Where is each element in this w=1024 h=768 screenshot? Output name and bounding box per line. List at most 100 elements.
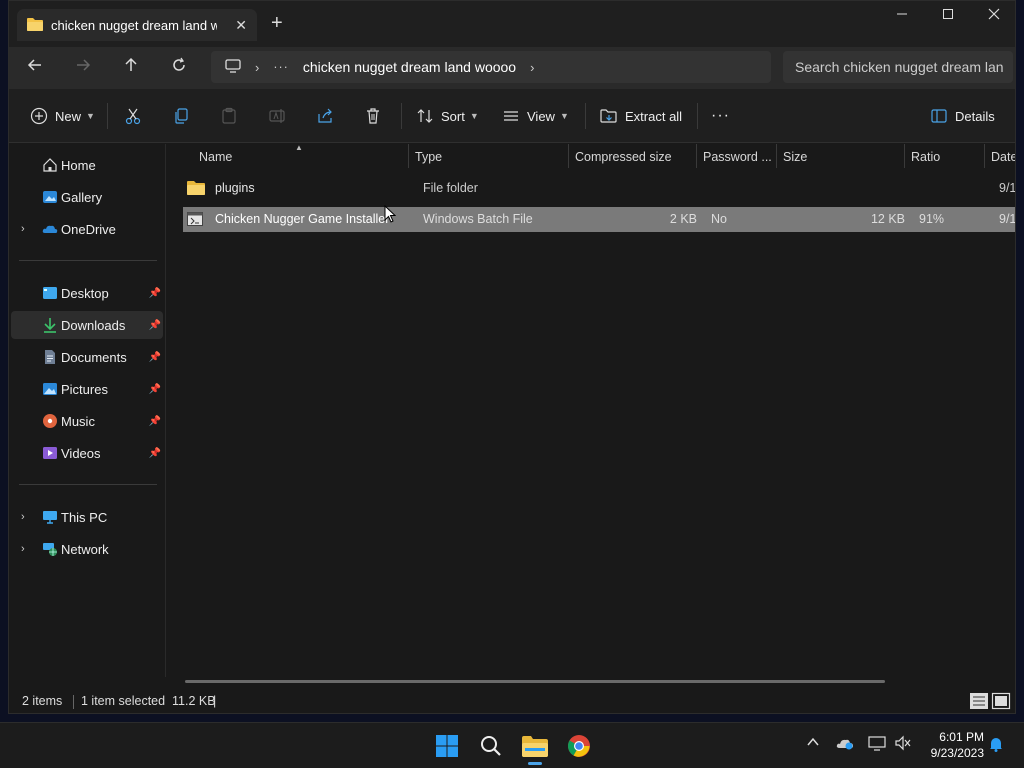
column-resizer[interactable] — [696, 144, 697, 168]
search-icon[interactable] — [476, 731, 506, 761]
refresh-icon[interactable] — [167, 56, 191, 80]
copy-button[interactable] — [171, 105, 191, 127]
copy-icon — [171, 106, 191, 126]
column-resizer[interactable] — [776, 144, 777, 168]
column-password[interactable]: Password ... — [703, 150, 772, 164]
share-button[interactable] — [315, 105, 335, 127]
sidebar-divider — [19, 484, 157, 485]
sidebar-item-home[interactable]: Home — [11, 151, 163, 179]
new-tab-button[interactable]: + — [271, 13, 283, 33]
sidebar-item-label: Home — [61, 157, 96, 173]
sort-button[interactable]: Sort ▼ — [415, 105, 479, 127]
sidebar-item-this-pc[interactable]: › This PC — [11, 503, 163, 531]
column-size[interactable]: Size — [783, 150, 807, 164]
forward-arrow-icon[interactable] — [71, 56, 95, 80]
sidebar-item-pictures[interactable]: Pictures 📌 — [11, 375, 163, 403]
chevron-right-icon[interactable]: › — [21, 223, 25, 235]
close-tab-icon[interactable]: ✕ — [235, 17, 247, 34]
display-icon[interactable] — [868, 735, 886, 754]
table-row[interactable]: plugins File folder 9/17/ — [183, 176, 1016, 201]
divider — [401, 103, 402, 129]
maximize-icon[interactable] — [925, 7, 971, 24]
large-icons-view-icon[interactable] — [991, 692, 1011, 713]
title-bar: chicken nugget dream land wooo ✕ + — [9, 1, 1015, 47]
minimize-icon[interactable] — [879, 7, 925, 24]
column-header-row: ▲ Name Type Compressed size Password ...… — [167, 143, 1015, 170]
more-options-button[interactable]: ··· — [711, 105, 730, 127]
pin-icon[interactable]: 📌 — [149, 288, 161, 299]
breadcrumb-chevron-icon[interactable]: › — [530, 60, 534, 75]
cut-button[interactable] — [123, 105, 143, 127]
chevron-right-icon[interactable]: › — [21, 543, 25, 555]
sidebar-item-network[interactable]: › Network — [11, 535, 163, 563]
details-view-icon[interactable] — [969, 692, 989, 713]
column-compressed-size[interactable]: Compressed size — [575, 150, 672, 164]
sidebar-item-music[interactable]: Music 📌 — [11, 407, 163, 435]
volume-muted-icon[interactable] — [894, 735, 912, 754]
navigation-bar: › ··· chicken nugget dream land woooo › … — [9, 47, 1015, 89]
rename-button[interactable] — [267, 105, 287, 127]
tab-active[interactable]: chicken nugget dream land wooo ✕ — [17, 9, 257, 41]
address-bar[interactable]: › ··· chicken nugget dream land woooo › — [211, 51, 771, 83]
start-windows-icon[interactable] — [432, 731, 462, 761]
divider — [697, 103, 698, 129]
column-type[interactable]: Type — [415, 150, 442, 164]
sidebar-item-gallery[interactable]: Gallery — [11, 183, 163, 211]
sidebar-item-label: Desktop — [61, 285, 109, 301]
delete-button[interactable] — [363, 105, 383, 127]
column-ratio[interactable]: Ratio — [911, 150, 940, 164]
pin-icon[interactable]: 📌 — [149, 448, 161, 459]
new-button-label: New — [55, 108, 82, 124]
close-window-icon[interactable] — [971, 7, 1015, 24]
chevron-up-icon[interactable] — [806, 735, 820, 752]
clock-time: 6:01 PM — [939, 730, 984, 744]
table-row-selected[interactable]: Chicken Nugger Game Installer Windows Ba… — [183, 207, 1015, 232]
file-date: 9/17/ — [999, 181, 1016, 195]
view-button[interactable]: View ▼ — [501, 105, 569, 127]
column-resizer[interactable] — [904, 144, 905, 168]
sidebar-item-desktop[interactable]: Desktop 📌 — [11, 279, 163, 307]
horizontal-scrollbar[interactable] — [185, 680, 885, 683]
batch-file-icon — [187, 212, 203, 229]
sort-icon — [415, 106, 435, 126]
column-resizer[interactable] — [408, 144, 409, 168]
selection-info: 1 item selected 11.2 KB — [81, 694, 216, 708]
pin-icon[interactable]: 📌 — [149, 384, 161, 395]
paste-button[interactable] — [219, 105, 239, 127]
status-bar: 2 items 1 item selected 11.2 KB | — [9, 689, 1015, 713]
onedrive-tray-icon[interactable] — [836, 736, 854, 753]
breadcrumb-ellipsis[interactable]: ··· — [273, 60, 289, 74]
new-button[interactable]: New ▼ — [29, 105, 95, 127]
details-pane-button[interactable]: Details — [929, 105, 995, 127]
file-explorer-taskbar-icon[interactable] — [520, 731, 550, 765]
up-arrow-icon[interactable] — [119, 56, 143, 80]
music-icon — [42, 413, 58, 429]
sidebar-item-label: Gallery — [61, 189, 103, 205]
notification-bell-icon[interactable] — [988, 736, 1004, 755]
sidebar-item-documents[interactable]: Documents 📌 — [11, 343, 163, 371]
pin-icon[interactable]: 📌 — [149, 416, 161, 427]
search-input[interactable]: Search chicken nugget dream lan — [783, 51, 1013, 83]
pin-icon[interactable]: 📌 — [149, 320, 161, 331]
command-bar: New ▼ Sort ▼ View ▼ Extract all ··· Deta… — [9, 89, 1015, 143]
status-divider: | — [213, 694, 217, 708]
column-resizer[interactable] — [984, 144, 985, 168]
sidebar-item-label: Network — [61, 541, 109, 557]
chrome-icon[interactable] — [564, 731, 594, 761]
file-name: plugins — [215, 181, 255, 195]
back-arrow-icon[interactable] — [23, 56, 47, 80]
extract-all-button[interactable]: Extract all — [599, 105, 682, 127]
system-clock[interactable]: 6:01 PM 9/23/2023 — [918, 729, 984, 761]
breadcrumb-current-folder[interactable]: chicken nugget dream land woooo — [303, 59, 516, 75]
folder-icon — [27, 17, 43, 34]
column-name[interactable]: Name — [199, 150, 232, 164]
column-resizer[interactable] — [568, 144, 569, 168]
column-date[interactable]: Date — [991, 150, 1015, 164]
sidebar-item-onedrive[interactable]: › OneDrive — [11, 215, 163, 243]
home-icon — [42, 157, 58, 173]
sidebar-item-videos[interactable]: Videos 📌 — [11, 439, 163, 467]
breadcrumb-chevron-icon[interactable]: › — [255, 60, 259, 75]
pin-icon[interactable]: 📌 — [149, 352, 161, 363]
chevron-right-icon[interactable]: › — [21, 511, 25, 523]
sidebar-item-downloads[interactable]: Downloads 📌 — [11, 311, 163, 339]
